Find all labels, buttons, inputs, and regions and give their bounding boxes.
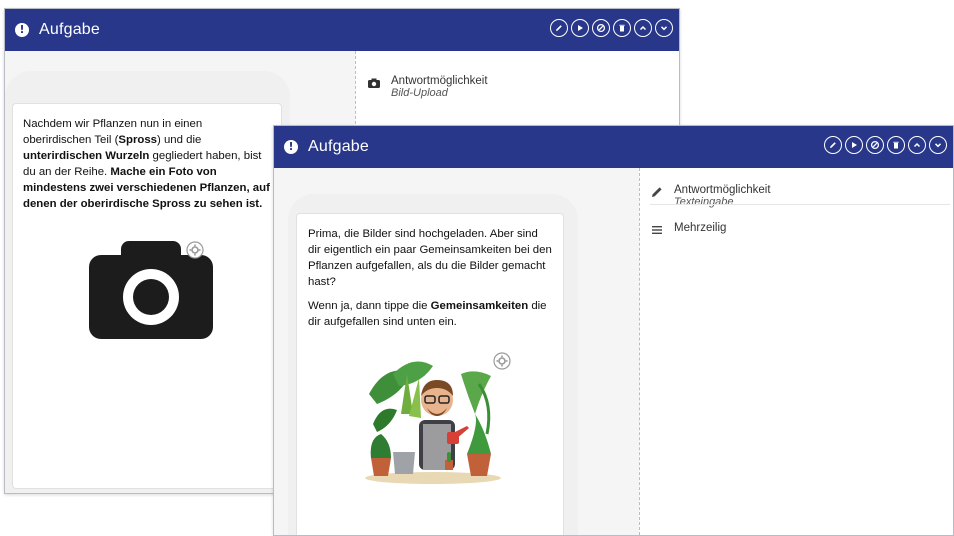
exclamation-icon: ! <box>15 23 29 37</box>
stamp-icon[interactable] <box>866 136 884 154</box>
camera-icon <box>368 78 380 88</box>
task-paragraph: Prima, die Bilder sind hochgeladen. Aber… <box>308 228 552 288</box>
panel-title: Aufgabe <box>39 21 101 38</box>
chevron-down-icon[interactable] <box>655 19 673 37</box>
task-paragraph: Wenn ja, dann tippe die Gemeinsamkeiten … <box>308 298 552 330</box>
answer-label: Antwortmöglichkeit <box>391 75 488 87</box>
panel-header: ! Aufgabe <box>274 126 953 168</box>
multiline-option[interactable]: Mehrzeilig <box>650 222 726 237</box>
gear-icon[interactable] <box>186 241 204 259</box>
task-editor-panel-text: ! Aufgabe Prima, die Bilder sind hochgel… <box>273 125 954 536</box>
panel-toolbar <box>550 19 673 37</box>
pencil-icon[interactable] <box>824 136 842 154</box>
task-text-bold: Gemeinsamkeiten <box>430 300 529 312</box>
trash-icon[interactable] <box>613 19 631 37</box>
answer-type: Bild-Upload <box>391 87 448 99</box>
task-text-bold: Spross <box>118 134 158 146</box>
play-icon[interactable] <box>845 136 863 154</box>
answer-type: Texteingabe <box>674 196 734 208</box>
column-divider <box>639 168 640 535</box>
stamp-icon[interactable] <box>592 19 610 37</box>
exclamation-icon: ! <box>284 140 298 154</box>
play-icon[interactable] <box>571 19 589 37</box>
chevron-up-icon[interactable] <box>908 136 926 154</box>
task-card: Prima, die Bilder sind hochgeladen. Aber… <box>296 213 564 535</box>
task-text: Nachdem wir Pflanzen nun in einen oberir… <box>23 116 271 220</box>
task-text-bold: unterirdischen Wurzeln <box>23 150 150 162</box>
multiline-label: Mehrzeilig <box>674 222 727 234</box>
pencil-icon <box>652 187 662 197</box>
trash-icon[interactable] <box>887 136 905 154</box>
panel-header: ! Aufgabe <box>5 9 679 51</box>
task-card: Nachdem wir Pflanzen nun in einen oberir… <box>12 103 282 489</box>
answer-label: Antwortmöglichkeit <box>674 184 771 196</box>
separator <box>650 204 950 205</box>
task-text-part: Wenn ja, dann tippe die <box>308 300 431 312</box>
task-text-part: ) und die <box>157 134 202 146</box>
plants-illustration <box>363 354 503 484</box>
lines-icon <box>652 226 662 234</box>
task-text: Prima, die Bilder sind hochgeladen. Aber… <box>308 226 552 338</box>
task-paragraph: Nachdem wir Pflanzen nun in einen oberir… <box>23 116 271 212</box>
panel-toolbar <box>824 136 947 154</box>
answer-option[interactable]: Antwortmöglichkeit Bild-Upload <box>367 75 488 99</box>
panel-title: Aufgabe <box>308 138 370 155</box>
pencil-icon[interactable] <box>550 19 568 37</box>
chevron-up-icon[interactable] <box>634 19 652 37</box>
chevron-down-icon[interactable] <box>929 136 947 154</box>
gear-icon[interactable] <box>493 352 511 370</box>
